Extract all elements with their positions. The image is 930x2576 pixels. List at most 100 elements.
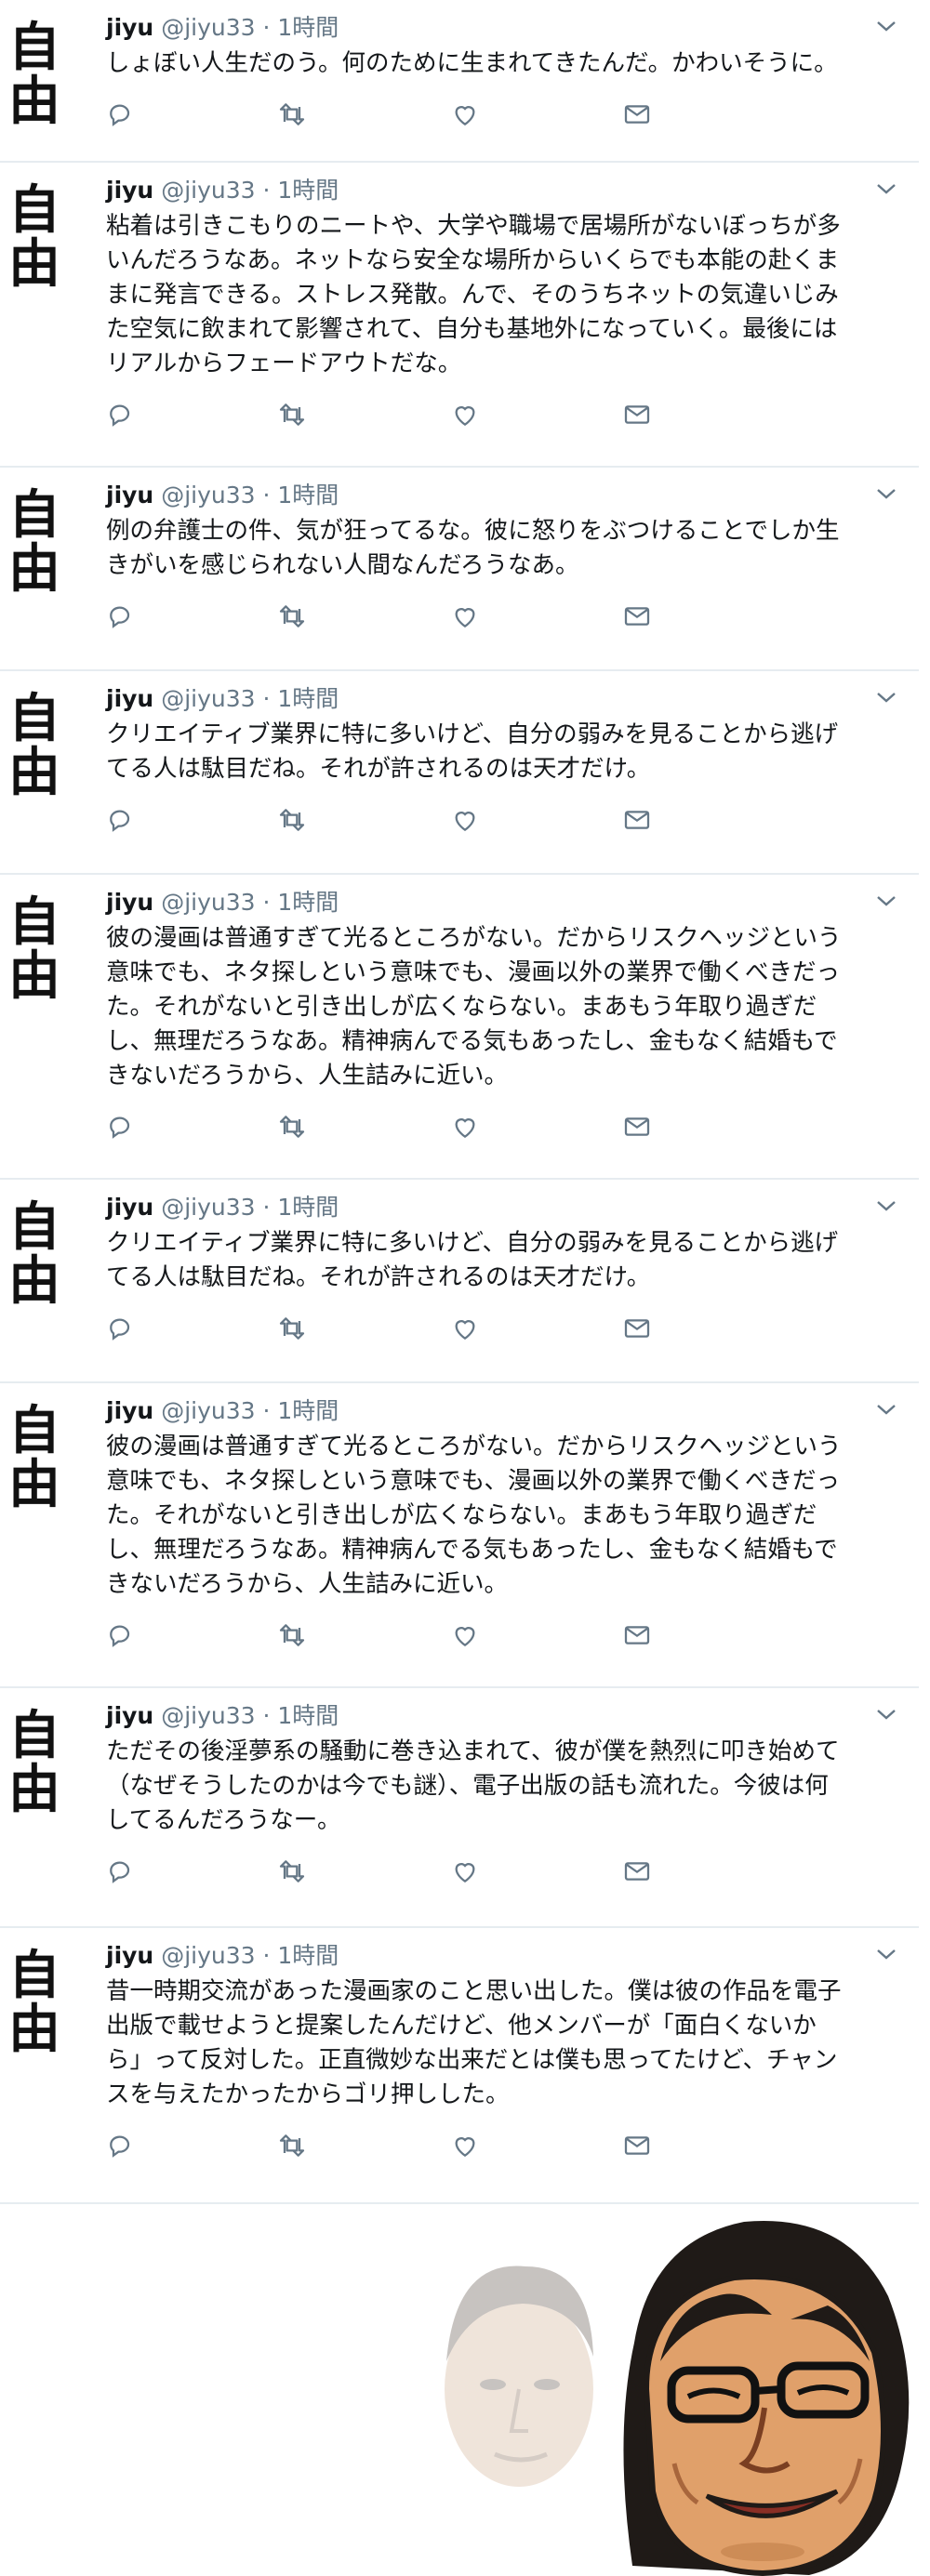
tweet[interactable]: 自由 jiyu @jiyu33 · 1時間 例の弁護士の件、気が狂ってるな。彼に怒り… [0, 468, 919, 671]
user-handle[interactable]: @jiyu33 [161, 1397, 255, 1424]
user-name[interactable]: jiyu [106, 1942, 153, 1969]
direct-message-icon[interactable] [622, 601, 656, 635]
user-handle[interactable]: @jiyu33 [161, 889, 255, 916]
timestamp[interactable]: 1時間 [277, 685, 339, 712]
user-name[interactable]: jiyu [106, 1194, 153, 1221]
avatar-glyph: 自 [8, 688, 60, 749]
chevron-down-icon[interactable] [874, 1945, 898, 1963]
user-name[interactable]: jiyu [106, 177, 153, 204]
direct-message-icon[interactable] [622, 1856, 656, 1890]
user-name[interactable]: jiyu [106, 1702, 153, 1729]
dot-separator: · [262, 685, 271, 712]
retweet-icon[interactable] [277, 2131, 311, 2164]
caricature-illustration [445, 2221, 910, 2576]
tweet-text-line: てる人は駄目だね。それが許されるのは天才だけ。 [106, 755, 651, 783]
tweet[interactable]: 自由 jiyu @jiyu33 · 1時間彼の漫画は普通すぎて光るところがない。だ… [0, 1383, 919, 1688]
direct-message-icon[interactable] [622, 99, 656, 133]
tweet-header: jiyu @jiyu33 · 1時間 [106, 1939, 339, 1973]
tweet[interactable]: 自由 jiyu @jiyu33 · 1時間粘着は引きこもりのニートや、大学や職場で… [0, 163, 919, 468]
tweet-text-line: 彼の漫画は普通すぎて光るところがない。だからリスクヘッジという [106, 1433, 842, 1460]
reply-icon[interactable] [106, 400, 140, 433]
tweet-header: jiyu @jiyu33 · 1時間 [106, 1394, 339, 1428]
tweet-text: 例の弁護士の件、気が狂ってるな。彼に怒りをぶつけることでしか生 きがいを感じられな… [106, 514, 906, 583]
avatar[interactable]: 自由 [6, 183, 63, 291]
tweet[interactable]: 自由 jiyu @jiyu33 · 1時間 ただその後淫夢系の騒動に巻き込まれて、彼… [0, 1688, 919, 1928]
tweet[interactable]: 自由 jiyu @jiyu33 · 1時間 彼の漫画は普通すぎて光るところがない。だ… [0, 875, 919, 1180]
user-name[interactable]: jiyu [106, 14, 153, 41]
tweet[interactable]: 自由 jiyu @jiyu33 · 1時間 クリエイティブ業界に特に多いけど、自分の… [0, 671, 919, 875]
retweet-icon[interactable] [277, 99, 311, 133]
avatar[interactable]: 自由 [6, 488, 63, 596]
retweet-icon[interactable] [277, 1112, 311, 1145]
avatar-glyph: 由 [8, 71, 60, 132]
direct-message-icon[interactable] [622, 805, 656, 839]
chevron-down-icon[interactable] [874, 17, 898, 35]
avatar[interactable]: 自由 [6, 1404, 63, 1512]
dot-separator: · [262, 1397, 271, 1424]
avatar[interactable]: 自由 [6, 1200, 63, 1308]
like-icon[interactable] [450, 99, 484, 133]
timestamp[interactable]: 1時間 [277, 14, 339, 41]
like-icon[interactable] [450, 601, 484, 635]
reply-icon[interactable] [106, 1620, 140, 1654]
like-icon[interactable] [450, 1856, 484, 1890]
like-icon[interactable] [450, 1314, 484, 1347]
timestamp[interactable]: 1時間 [277, 1397, 339, 1424]
user-handle[interactable]: @jiyu33 [161, 482, 255, 509]
avatar[interactable]: 自由 [6, 1949, 63, 2056]
avatar[interactable]: 自由 [6, 20, 63, 128]
retweet-icon[interactable] [277, 1620, 311, 1654]
avatar[interactable]: 自由 [6, 895, 63, 1003]
dot-separator: · [262, 177, 271, 204]
reply-icon[interactable] [106, 99, 140, 133]
tweet-text-line: 粘着は引きこもりのニートや、大学や職場で居場所がないぼっちが多 [106, 212, 841, 240]
tweet[interactable]: 自由 jiyu @jiyu33 · 1時間 クリエイティブ業界に特に多いけど、自分の… [0, 1180, 919, 1383]
avatar-glyph: 由 [8, 1250, 60, 1312]
like-icon[interactable] [450, 805, 484, 839]
direct-message-icon[interactable] [622, 1314, 656, 1347]
like-icon[interactable] [450, 1620, 484, 1654]
user-handle[interactable]: @jiyu33 [161, 14, 255, 41]
chevron-down-icon[interactable] [874, 1400, 898, 1419]
chevron-down-icon[interactable] [874, 179, 898, 198]
retweet-icon[interactable] [277, 400, 311, 433]
user-handle[interactable]: @jiyu33 [161, 1194, 255, 1221]
chevron-down-icon[interactable] [874, 484, 898, 503]
retweet-icon[interactable] [277, 1856, 311, 1890]
direct-message-icon[interactable] [622, 1112, 656, 1145]
reply-icon[interactable] [106, 601, 140, 635]
retweet-icon[interactable] [277, 805, 311, 839]
user-name[interactable]: jiyu [106, 1397, 153, 1424]
user-handle[interactable]: @jiyu33 [161, 685, 255, 712]
timestamp[interactable]: 1時間 [277, 889, 339, 916]
timestamp[interactable]: 1時間 [277, 1702, 339, 1729]
user-handle[interactable]: @jiyu33 [161, 177, 255, 204]
retweet-icon[interactable] [277, 601, 311, 635]
retweet-icon[interactable] [277, 1314, 311, 1347]
chevron-down-icon[interactable] [874, 688, 898, 707]
user-handle[interactable]: @jiyu33 [161, 1702, 255, 1729]
reply-icon[interactable] [106, 2131, 140, 2164]
timestamp[interactable]: 1時間 [277, 177, 339, 204]
like-icon[interactable] [450, 1112, 484, 1145]
avatar[interactable]: 自由 [6, 1709, 63, 1816]
timestamp[interactable]: 1時間 [277, 482, 339, 509]
reply-icon[interactable] [106, 805, 140, 839]
tweet[interactable]: 自由 jiyu @jiyu33 · 1時間 しょぼい人生だのう。何のために生まれてき… [0, 0, 919, 163]
chevron-down-icon[interactable] [874, 1196, 898, 1215]
reply-icon[interactable] [106, 1112, 140, 1145]
avatar[interactable]: 自由 [6, 692, 63, 799]
like-icon[interactable] [450, 400, 484, 433]
timestamp[interactable]: 1時間 [277, 1942, 339, 1969]
reply-icon[interactable] [106, 1856, 140, 1890]
timestamp[interactable]: 1時間 [277, 1194, 339, 1221]
direct-message-icon[interactable] [622, 400, 656, 433]
user-name[interactable]: jiyu [106, 889, 153, 916]
direct-message-icon[interactable] [622, 1620, 656, 1654]
reply-icon[interactable] [106, 1314, 140, 1347]
chevron-down-icon[interactable] [874, 892, 898, 910]
user-handle[interactable]: @jiyu33 [161, 1942, 255, 1969]
user-name[interactable]: jiyu [106, 482, 153, 509]
chevron-down-icon[interactable] [874, 1705, 898, 1724]
user-name[interactable]: jiyu [106, 685, 153, 712]
